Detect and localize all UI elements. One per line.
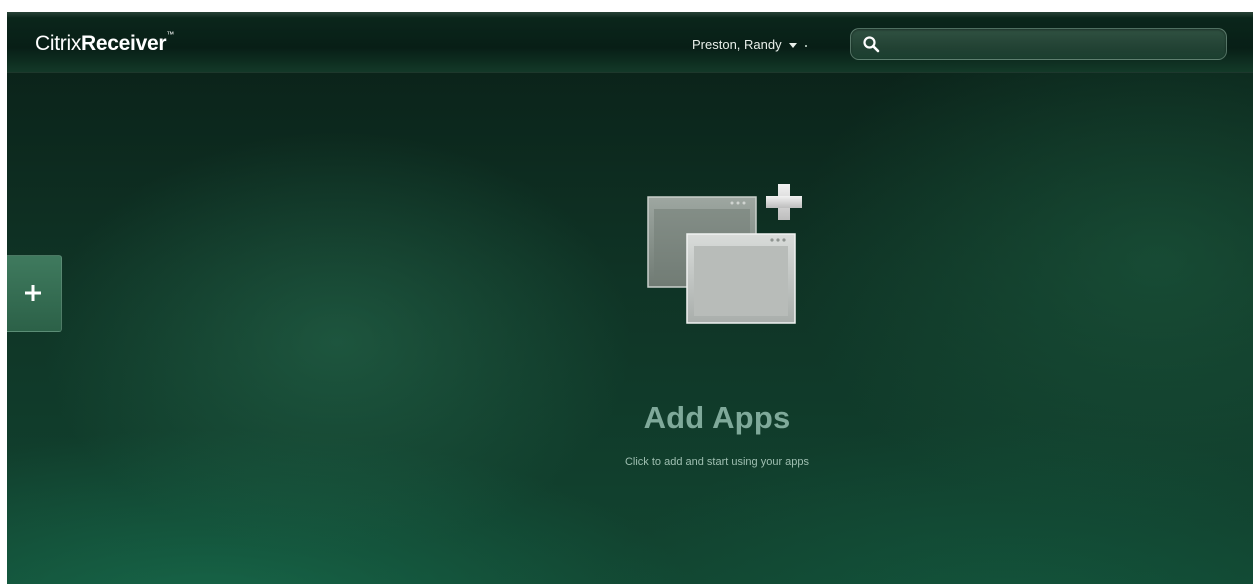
search-box[interactable] <box>850 28 1227 60</box>
search-input[interactable] <box>887 33 1221 57</box>
add-apps-title: Add Apps <box>643 400 791 435</box>
search-icon[interactable] <box>862 35 880 53</box>
add-apps-subtitle: Click to add and start using your apps <box>624 456 810 468</box>
citrix-receiver-app: CitrixReceiver™ Preston, Randy Add Apps … <box>7 12 1253 584</box>
separator-dot <box>804 45 807 47</box>
top-bar: CitrixReceiver™ Preston, Randy <box>7 12 1253 73</box>
citrix-receiver-logo: CitrixReceiver™ <box>35 30 174 55</box>
add-apps-side-tab[interactable] <box>7 255 62 332</box>
user-name: Preston, Randy <box>692 37 782 52</box>
plus-icon <box>25 285 41 301</box>
logo-citrix-text: Citrix <box>35 32 82 55</box>
chevron-down-icon <box>788 43 797 48</box>
logo-trademark: ™ <box>166 30 174 39</box>
logo-receiver-text: Receiver <box>81 32 167 55</box>
add-apps-prompt[interactable]: Add Apps Click to add and start using yo… <box>567 172 867 492</box>
add-apps-windows-icon <box>647 184 802 324</box>
user-menu[interactable]: Preston, Randy <box>692 37 807 52</box>
